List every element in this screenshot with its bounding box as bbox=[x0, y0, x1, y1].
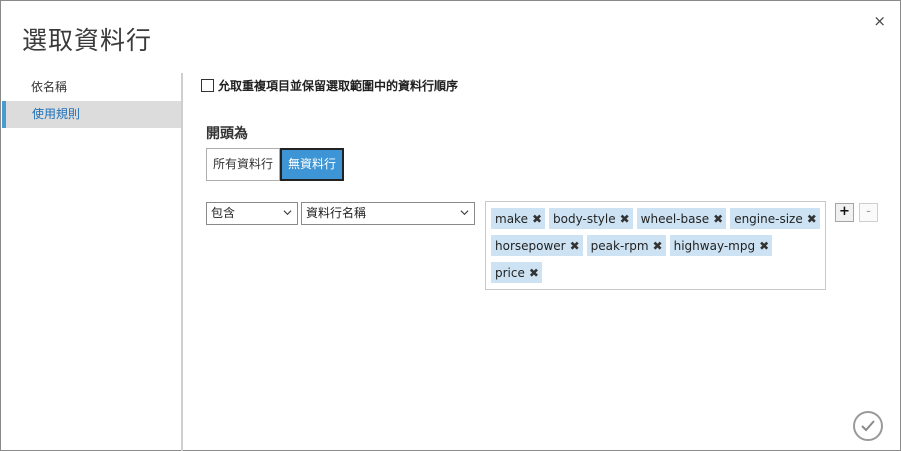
sidebar: 依名稱 使用規則 bbox=[2, 73, 183, 451]
remove-rule-button[interactable]: - bbox=[859, 203, 878, 222]
ok-button[interactable] bbox=[853, 411, 883, 441]
remove-tag-icon[interactable]: ✖ bbox=[759, 239, 769, 253]
column-names-input[interactable]: make ✖ body-style ✖ wheel-base ✖ engine-siz… bbox=[485, 201, 826, 290]
column-tag-label: peak-rpm bbox=[590, 238, 649, 253]
tag-row: make ✖ body-style ✖ wheel-base ✖ engine-siz… bbox=[491, 208, 825, 229]
dialog-title: 選取資料行 bbox=[22, 26, 153, 55]
sidebar-item-with-rules[interactable]: 使用規則 bbox=[2, 101, 181, 128]
column-tag: make ✖ bbox=[491, 208, 546, 229]
add-rule-button[interactable]: + bbox=[835, 203, 854, 222]
column-tag-label: make bbox=[495, 211, 528, 226]
column-tag: engine-size ✖ bbox=[730, 208, 820, 229]
column-tag: highway-mpg ✖ bbox=[669, 235, 773, 256]
remove-tag-icon[interactable]: ✖ bbox=[713, 212, 723, 226]
close-icon[interactable]: × bbox=[873, 12, 886, 30]
begin-with-title: 開頭為 bbox=[206, 126, 248, 142]
column-tag-label: price bbox=[495, 265, 525, 280]
operator-value: 包含 bbox=[211, 206, 236, 220]
column-tag-label: engine-size bbox=[734, 211, 803, 226]
chevron-down-icon bbox=[460, 210, 469, 216]
select-columns-dialog: 選取資料行 × 依名稱 使用規則 允取重複項目並保留選取範圍中的資料行順序 開頭… bbox=[0, 0, 901, 451]
field-type-select[interactable]: 資料行名稱 bbox=[301, 202, 475, 225]
allow-duplicates-option: 允取重複項目並保留選取範圍中的資料行順序 bbox=[201, 77, 458, 94]
allow-duplicates-label: 允取重複項目並保留選取範圍中的資料行順序 bbox=[218, 79, 459, 93]
column-tag: horsepower ✖ bbox=[491, 235, 583, 256]
begin-with-toggle: 所有資料行 無資料行 bbox=[206, 148, 345, 181]
remove-tag-icon[interactable]: ✖ bbox=[570, 239, 580, 253]
column-tag: peak-rpm ✖ bbox=[586, 235, 666, 256]
field-type-value: 資料行名稱 bbox=[306, 206, 367, 220]
column-tag: body-style ✖ bbox=[549, 208, 633, 229]
column-tag-label: body-style bbox=[553, 211, 616, 226]
allow-duplicates-checkbox[interactable] bbox=[201, 79, 214, 92]
tag-row: price ✖ bbox=[491, 262, 825, 283]
column-tag-label: wheel-base bbox=[640, 211, 710, 226]
column-tag-label: horsepower bbox=[495, 238, 566, 253]
remove-tag-icon[interactable]: ✖ bbox=[532, 212, 542, 226]
column-tag: price ✖ bbox=[491, 262, 542, 283]
remove-tag-icon[interactable]: ✖ bbox=[620, 212, 630, 226]
operator-select[interactable]: 包含 bbox=[206, 202, 298, 225]
remove-tag-icon[interactable]: ✖ bbox=[807, 212, 817, 226]
remove-tag-icon[interactable]: ✖ bbox=[529, 266, 539, 280]
remove-tag-icon[interactable]: ✖ bbox=[653, 239, 663, 253]
column-tag: wheel-base ✖ bbox=[636, 208, 727, 229]
no-columns-button[interactable]: 無資料行 bbox=[280, 148, 345, 181]
chevron-down-icon bbox=[283, 210, 292, 216]
column-tag-label: highway-mpg bbox=[673, 238, 756, 253]
all-columns-button[interactable]: 所有資料行 bbox=[206, 148, 281, 181]
tag-row: horsepower ✖ peak-rpm ✖ highway-mpg ✖ bbox=[491, 235, 825, 256]
checkmark-icon bbox=[861, 420, 875, 432]
sidebar-item-by-name[interactable]: 依名稱 bbox=[2, 74, 181, 101]
